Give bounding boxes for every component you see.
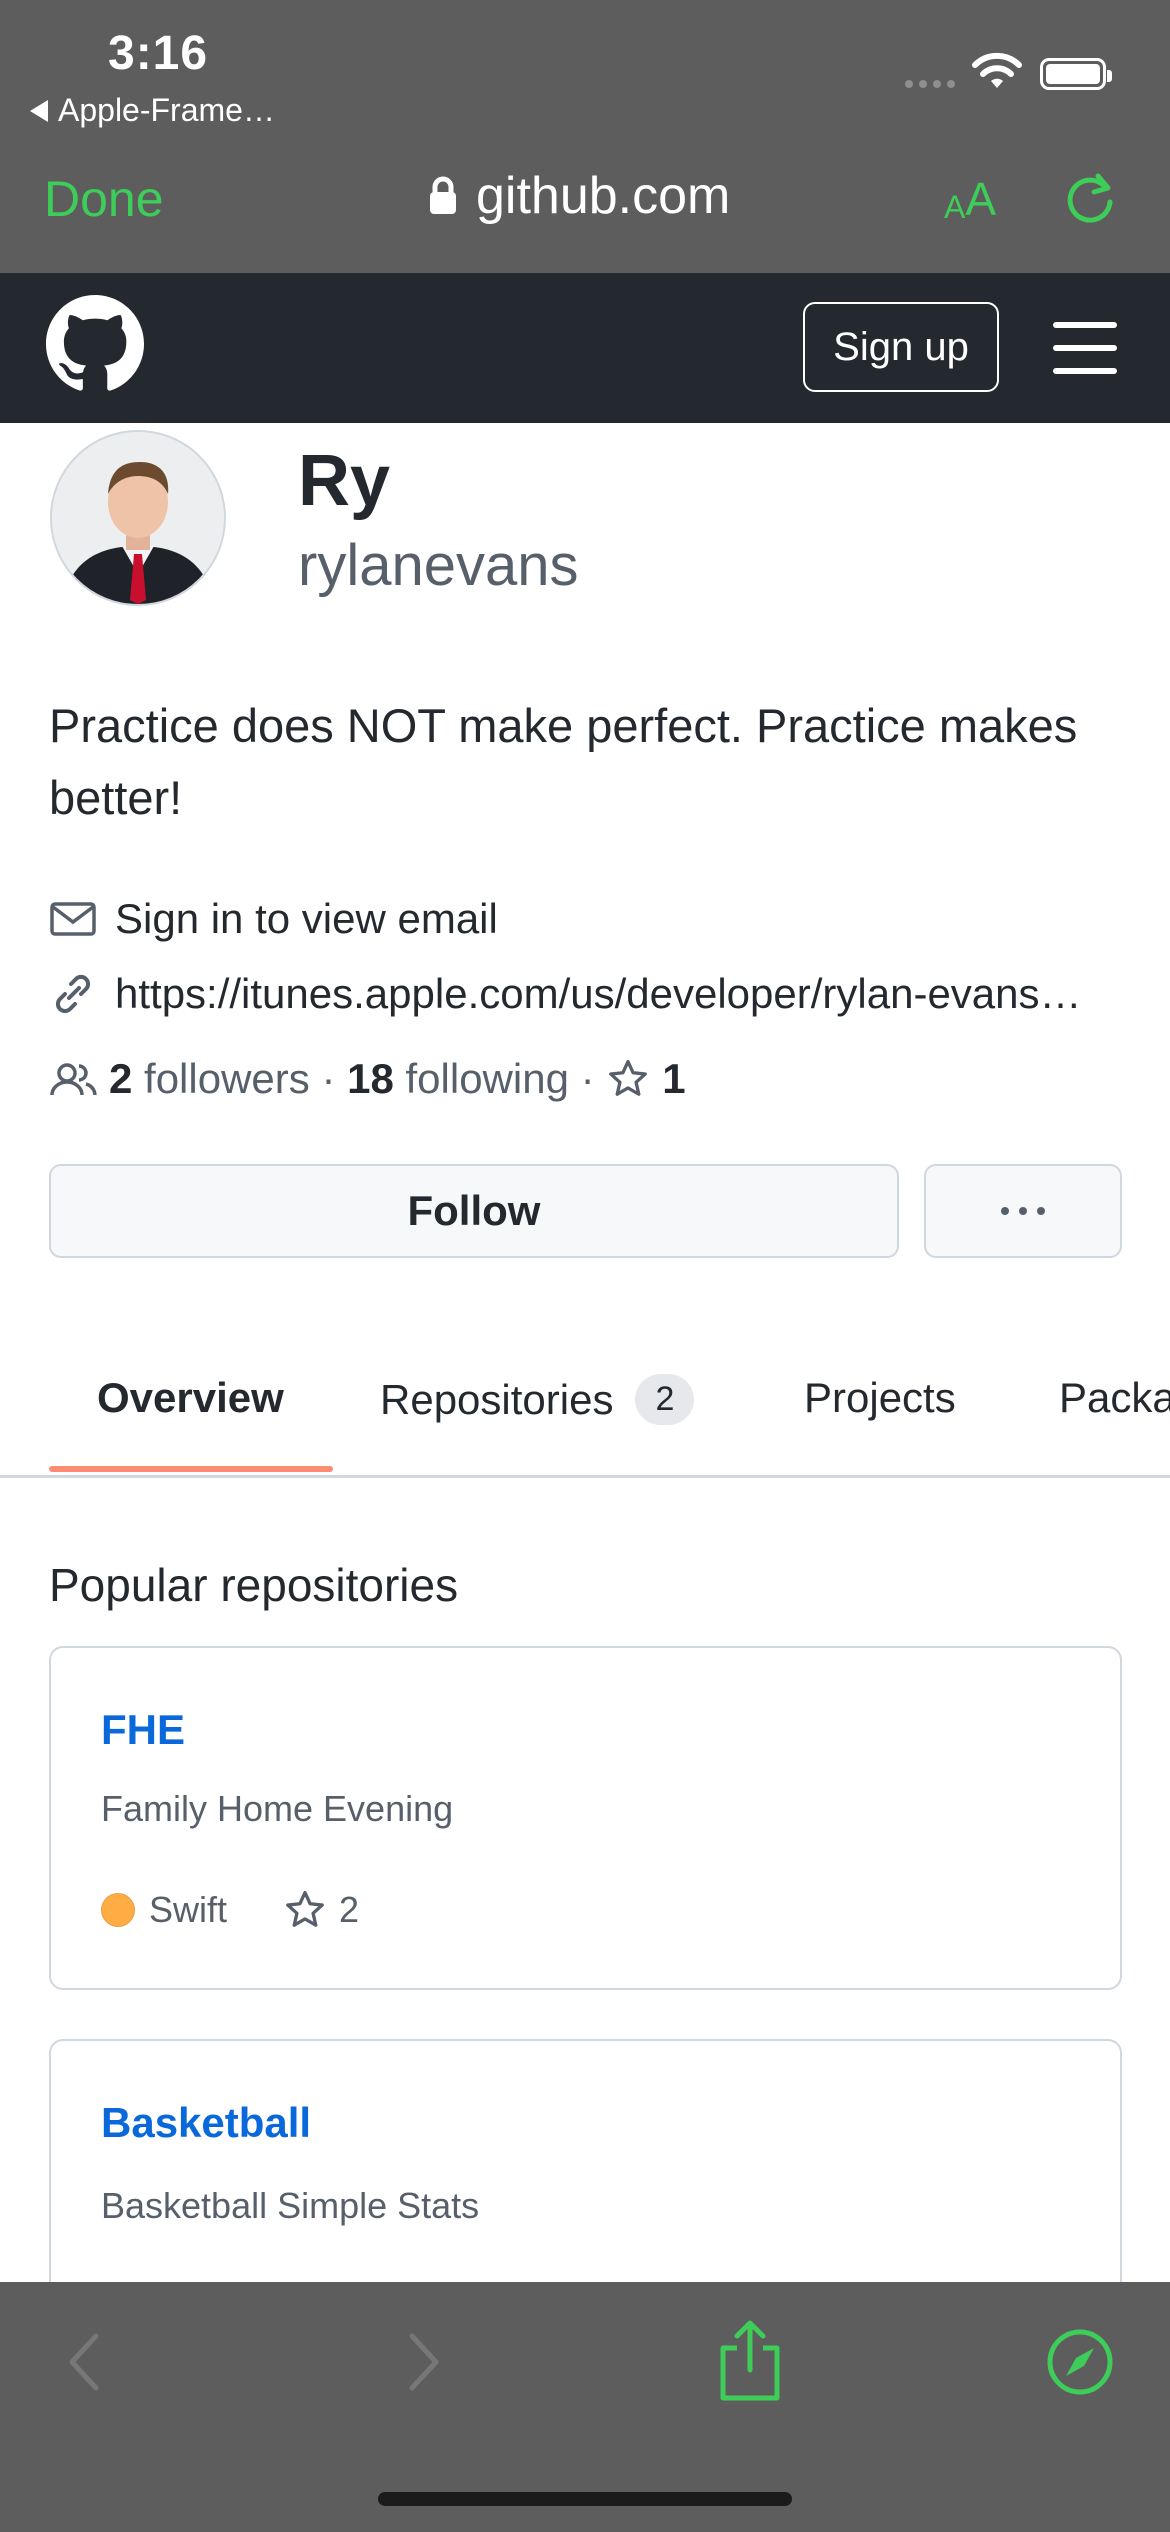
people-icon <box>50 1063 97 1096</box>
avatar-image <box>52 432 224 604</box>
repositories-count-badge: 2 <box>635 1374 695 1425</box>
tab-packages[interactable]: Packages <box>1059 1374 1170 1422</box>
link-icon <box>55 974 91 1014</box>
profile-name: Ry <box>298 441 391 521</box>
active-tab-indicator <box>49 1466 333 1472</box>
email-text: Sign in to view email <box>115 895 498 942</box>
profile-tabs: Overview Repositories 2 Projects Package… <box>0 1340 1170 1478</box>
home-indicator <box>378 2492 792 2506</box>
tab-repositories-label: Repositories <box>380 1375 614 1423</box>
follow-button[interactable]: Follow <box>49 1164 899 1258</box>
share-icon[interactable] <box>715 2318 785 2402</box>
following-count: 18 <box>347 1055 394 1102</box>
tab-packages-label: Packages <box>1059 1374 1170 1421</box>
follow-stats: 2 followers · 18 following · 1 <box>49 1055 686 1103</box>
back-app-label: Apple-Frame… <box>58 92 275 128</box>
profile-username: rylanevans <box>298 533 579 598</box>
profile-email-row[interactable]: Sign in to view email <box>49 895 498 943</box>
cellular-signal-icon <box>905 80 955 88</box>
stars-link[interactable]: 1 <box>606 1055 686 1103</box>
sign-up-button[interactable]: Sign up <box>803 302 999 392</box>
text-size-small: A <box>944 189 966 225</box>
text-size-large: A <box>965 173 997 225</box>
repo-card: FHE Family Home Evening Swift 2 <box>49 1646 1122 1990</box>
tab-projects-label: Projects <box>804 1374 956 1421</box>
text-size-icon[interactable]: A A <box>944 172 996 226</box>
tab-overview[interactable]: Overview <box>97 1374 284 1422</box>
lock-icon <box>430 176 456 214</box>
github-logo-icon[interactable] <box>46 295 144 393</box>
back-to-app-link[interactable]: Apple-Frame… <box>30 92 275 129</box>
reload-icon[interactable] <box>1062 170 1120 228</box>
website-link[interactable]: https://itunes.apple.com/us/developer/ry… <box>115 970 1082 1018</box>
mail-icon <box>50 902 96 936</box>
language-color-dot <box>101 1893 135 1927</box>
following-link[interactable]: 18 following <box>347 1055 569 1103</box>
repo-name-link[interactable]: Basketball <box>101 2099 311 2147</box>
status-time: 3:16 <box>108 27 209 80</box>
following-label: following <box>405 1055 569 1102</box>
done-button[interactable]: Done <box>44 170 164 228</box>
repo-stars-count: 2 <box>339 1889 360 1930</box>
address-bar[interactable]: github.com <box>428 166 730 226</box>
profile-website-row[interactable]: https://itunes.apple.com/us/developer/ry… <box>49 970 1129 1018</box>
separator: · <box>580 1055 595 1102</box>
separator: · <box>321 1055 336 1102</box>
star-icon <box>609 1059 648 1096</box>
star-icon <box>286 1890 324 1927</box>
followers-count: 2 <box>109 1055 133 1102</box>
compass-icon[interactable] <box>1046 2328 1114 2396</box>
back-triangle-icon <box>30 99 48 122</box>
back-icon[interactable] <box>62 2330 110 2394</box>
url-text: github.com <box>476 167 731 225</box>
repo-stars-link[interactable]: 2 <box>283 1888 359 1932</box>
forward-icon[interactable] <box>398 2330 446 2394</box>
profile-bio: Practice does NOT make perfect. Practice… <box>49 699 1078 824</box>
repo-meta: Swift 2 <box>101 1888 359 1932</box>
tab-projects[interactable]: Projects <box>804 1374 956 1422</box>
repo-language: Swift <box>149 1889 228 1930</box>
repo-description: Basketball Simple Stats <box>101 2185 480 2226</box>
wifi-icon <box>972 52 1022 88</box>
followers-link[interactable]: 2 followers <box>109 1055 310 1103</box>
kebab-icon[interactable] <box>924 1164 1122 1258</box>
repo-name-link[interactable]: FHE <box>101 1706 185 1754</box>
battery-icon <box>1040 58 1112 90</box>
avatar[interactable] <box>50 430 226 606</box>
tab-overview-label: Overview <box>97 1374 284 1421</box>
repo-description: Family Home Evening <box>101 1788 454 1829</box>
stars-count: 1 <box>662 1055 686 1102</box>
tab-repositories[interactable]: Repositories 2 <box>380 1374 695 1425</box>
menu-icon[interactable] <box>1053 322 1117 374</box>
section-title: Popular repositories <box>49 1559 459 1611</box>
followers-label: followers <box>144 1055 310 1102</box>
